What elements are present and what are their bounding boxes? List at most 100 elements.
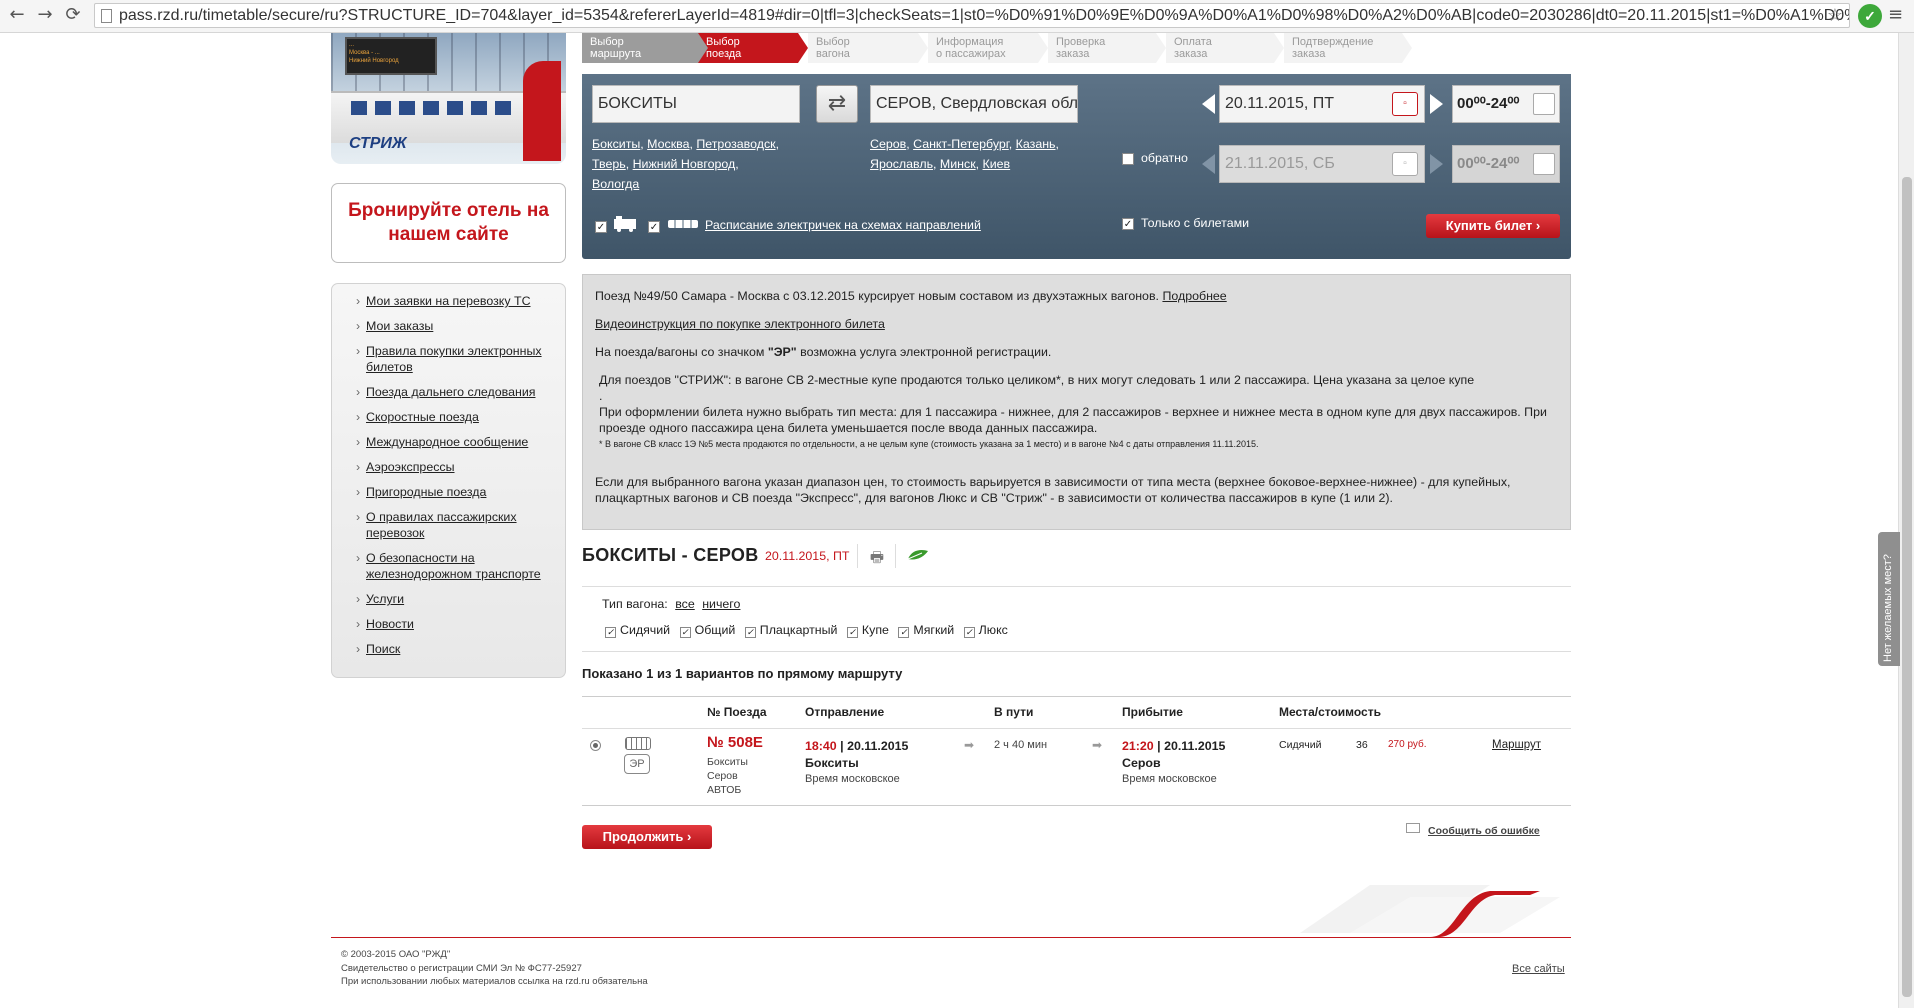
reload-button[interactable]: ⟳ bbox=[62, 4, 84, 26]
results-count: Показано 1 из 1 вариантов по прямому мар… bbox=[582, 666, 903, 681]
wagon-type-soft[interactable]: ✓ Мягкий bbox=[898, 623, 954, 638]
departure-date: | 20.11.2015 bbox=[840, 739, 909, 753]
suggest-link[interactable]: Казань bbox=[1016, 137, 1056, 151]
menu-item[interactable]: Пригородные поезда bbox=[352, 484, 552, 500]
report-error-link[interactable]: Сообщить об ошибке bbox=[1406, 823, 1540, 837]
suburban-schedule-link[interactable]: Расписание электричек на схемах направле… bbox=[705, 218, 981, 232]
seat-type: Сидячий bbox=[1279, 739, 1322, 751]
menu-item[interactable]: Поезда дальнего следования bbox=[352, 384, 552, 400]
suggest-link[interactable]: Тверь bbox=[592, 157, 626, 171]
forward-button[interactable]: → bbox=[34, 4, 56, 26]
page-scrollbar[interactable] bbox=[1898, 33, 1914, 1008]
wagon-type-common[interactable]: ✓ Общий bbox=[679, 623, 735, 638]
back-button[interactable]: ← bbox=[6, 4, 28, 26]
buy-ticket-button[interactable]: Купить билет › bbox=[1426, 214, 1560, 238]
departure-board: ... Москва - ... Нижний Новгород bbox=[345, 37, 437, 75]
scrollbar-thumb[interactable] bbox=[1902, 177, 1912, 997]
step-route[interactable]: Выбор маршрута bbox=[582, 33, 708, 63]
continue-button[interactable]: Продолжить › bbox=[582, 825, 712, 849]
print-icon[interactable]: 🖶 bbox=[867, 547, 887, 566]
select-train-radio[interactable] bbox=[590, 740, 601, 751]
menu-item[interactable]: Правила покупки электронных билетов bbox=[352, 343, 552, 375]
from-suggestions: Бокситы, Москва, Петрозаводск, Тверь, Ни… bbox=[592, 137, 780, 191]
from-station-input[interactable]: БОКСИТЫ bbox=[592, 85, 800, 123]
suggest-link[interactable]: Вологда bbox=[592, 177, 639, 191]
wagon-type-coupe[interactable]: ✓ Купе bbox=[846, 623, 889, 638]
suggest-link[interactable]: Киев bbox=[983, 157, 1011, 171]
wagon-type-seated[interactable]: ✓ Сидячий bbox=[605, 623, 670, 638]
col-train: № Поезда bbox=[707, 705, 767, 719]
menu-item[interactable]: Поиск bbox=[352, 641, 552, 657]
arrow-icon: ➡ bbox=[1092, 738, 1103, 752]
route-link[interactable]: Маршрут bbox=[1492, 738, 1541, 752]
menu-item[interactable]: О правилах пассажирских перевозок bbox=[352, 509, 552, 541]
wagon-type-platzkart[interactable]: ✓ Плацкартный bbox=[744, 623, 837, 638]
menu-item[interactable]: Новости bbox=[352, 616, 552, 632]
train-icon bbox=[614, 216, 636, 232]
hotel-booking-banner[interactable]: Бронируйте отель на нашем сайте bbox=[331, 183, 566, 263]
col-seats: Места/стоимость bbox=[1279, 705, 1381, 719]
train-route-to: Серов bbox=[707, 770, 738, 782]
select-all-link[interactable]: все bbox=[675, 597, 695, 611]
menu-item[interactable]: Международное сообщение bbox=[352, 434, 552, 450]
to-station-input[interactable]: СЕРОВ, Свердловская обл bbox=[870, 85, 1078, 123]
suggest-link[interactable]: Санкт-Петербург bbox=[913, 137, 1009, 151]
logo-name: СТРИЖ bbox=[349, 135, 407, 152]
next-return-date-arrow bbox=[1430, 154, 1443, 174]
suggest-link[interactable]: Серов bbox=[870, 137, 906, 151]
menu-item[interactable]: О безопасности на железнодорожном трансп… bbox=[352, 550, 552, 582]
time-there-select[interactable]: 00⁰⁰-24⁰⁰ bbox=[1452, 85, 1560, 123]
browser-toolbar: ← → ⟳ pass.rzd.ru/timetable/secure/ru?ST… bbox=[0, 0, 1914, 33]
arrival-tz: Время московское bbox=[1122, 773, 1217, 785]
to-suggestions: Серов, Санкт-Петербург, Казань, Ярославл… bbox=[870, 137, 1059, 171]
next-date-arrow[interactable] bbox=[1430, 94, 1443, 114]
url-text: pass.rzd.ru/timetable/secure/ru?STRUCTUR… bbox=[119, 7, 1850, 24]
only-with-tickets-checkbox[interactable]: ✓ bbox=[1122, 218, 1134, 230]
suburban-checkbox[interactable]: ✓ bbox=[648, 221, 660, 233]
details-link[interactable]: Подробнее bbox=[1162, 289, 1226, 303]
strizh-logo-banner[interactable]: ... Москва - ... Нижний Новгород СТРИЖ bbox=[331, 33, 566, 164]
train-nose bbox=[523, 61, 561, 161]
browser-menu-icon[interactable]: ≡ bbox=[1888, 6, 1903, 24]
return-checkbox[interactable] bbox=[1122, 153, 1134, 165]
suggest-link[interactable]: Ярославль bbox=[870, 157, 933, 171]
menu-item[interactable]: Услуги bbox=[352, 591, 552, 607]
calendar-icon[interactable]: ▫ bbox=[1392, 92, 1418, 116]
menu-item[interactable]: Скоростные поезда bbox=[352, 409, 552, 425]
suggest-link[interactable]: Минск bbox=[940, 157, 976, 171]
suggest-link[interactable]: Петрозаводск bbox=[696, 137, 775, 151]
train-number[interactable]: № 508Е bbox=[707, 735, 763, 750]
menu-item[interactable]: Мои заказы bbox=[352, 318, 552, 334]
prev-date-arrow[interactable] bbox=[1202, 94, 1215, 114]
wagon-type-lux[interactable]: ✓ Люкс bbox=[963, 623, 1008, 638]
select-none-link[interactable]: ничего bbox=[702, 597, 740, 611]
video-instruction-link[interactable]: Видеоинструкция по покупке электронного … bbox=[595, 317, 885, 331]
bus-icon bbox=[625, 737, 651, 750]
leaf-icon[interactable] bbox=[906, 547, 930, 563]
suggest-link[interactable]: Москва bbox=[647, 137, 689, 151]
menu-item[interactable]: Аэроэкспрессы bbox=[352, 459, 552, 475]
date-there-input[interactable]: 20.11.2015, ПТ ▫ bbox=[1219, 85, 1425, 123]
wagon-type-label: Тип вагона: bbox=[602, 597, 668, 611]
suggest-link[interactable]: Нижний Новгород bbox=[633, 157, 736, 171]
menu-item[interactable]: Мои заявки на перевозку ТС bbox=[352, 293, 552, 309]
extension-icon[interactable]: ✓ bbox=[1858, 4, 1882, 28]
bookmark-star-icon[interactable]: ☆ bbox=[1827, 4, 1843, 27]
only-with-tickets-label: Только с билетами bbox=[1141, 216, 1250, 230]
date-back-input: 21.11.2015, СБ ▫ bbox=[1219, 145, 1425, 183]
rzd-logo-decoration bbox=[1300, 885, 1560, 937]
col-duration: В пути bbox=[994, 705, 1034, 719]
route-header: БОКСИТЫ - СЕРОВ 20.11.2015, ПТ 🖶 bbox=[582, 544, 1571, 587]
time-back-select: 00⁰⁰-24⁰⁰ bbox=[1452, 145, 1560, 183]
step-wagon: Выбор вагона bbox=[808, 33, 928, 63]
address-bar[interactable]: pass.rzd.ru/timetable/secure/ru?STRUCTUR… bbox=[94, 3, 1850, 28]
long-distance-checkbox[interactable]: ✓ bbox=[595, 221, 607, 233]
step-passengers: Информация о пассажирах bbox=[928, 33, 1048, 63]
search-panel: БОКСИТЫ ⇄ СЕРОВ, Свердловская обл Боксит… bbox=[582, 74, 1571, 259]
all-sites-link[interactable]: Все сайты bbox=[1512, 963, 1565, 975]
page-icon bbox=[101, 9, 112, 23]
train-type: АВТОБ bbox=[707, 784, 742, 796]
suggest-link[interactable]: Бокситы bbox=[592, 137, 640, 151]
feedback-tab[interactable]: Нет желаемых мест? bbox=[1878, 532, 1900, 666]
swap-stations-button[interactable]: ⇄ bbox=[816, 85, 858, 123]
